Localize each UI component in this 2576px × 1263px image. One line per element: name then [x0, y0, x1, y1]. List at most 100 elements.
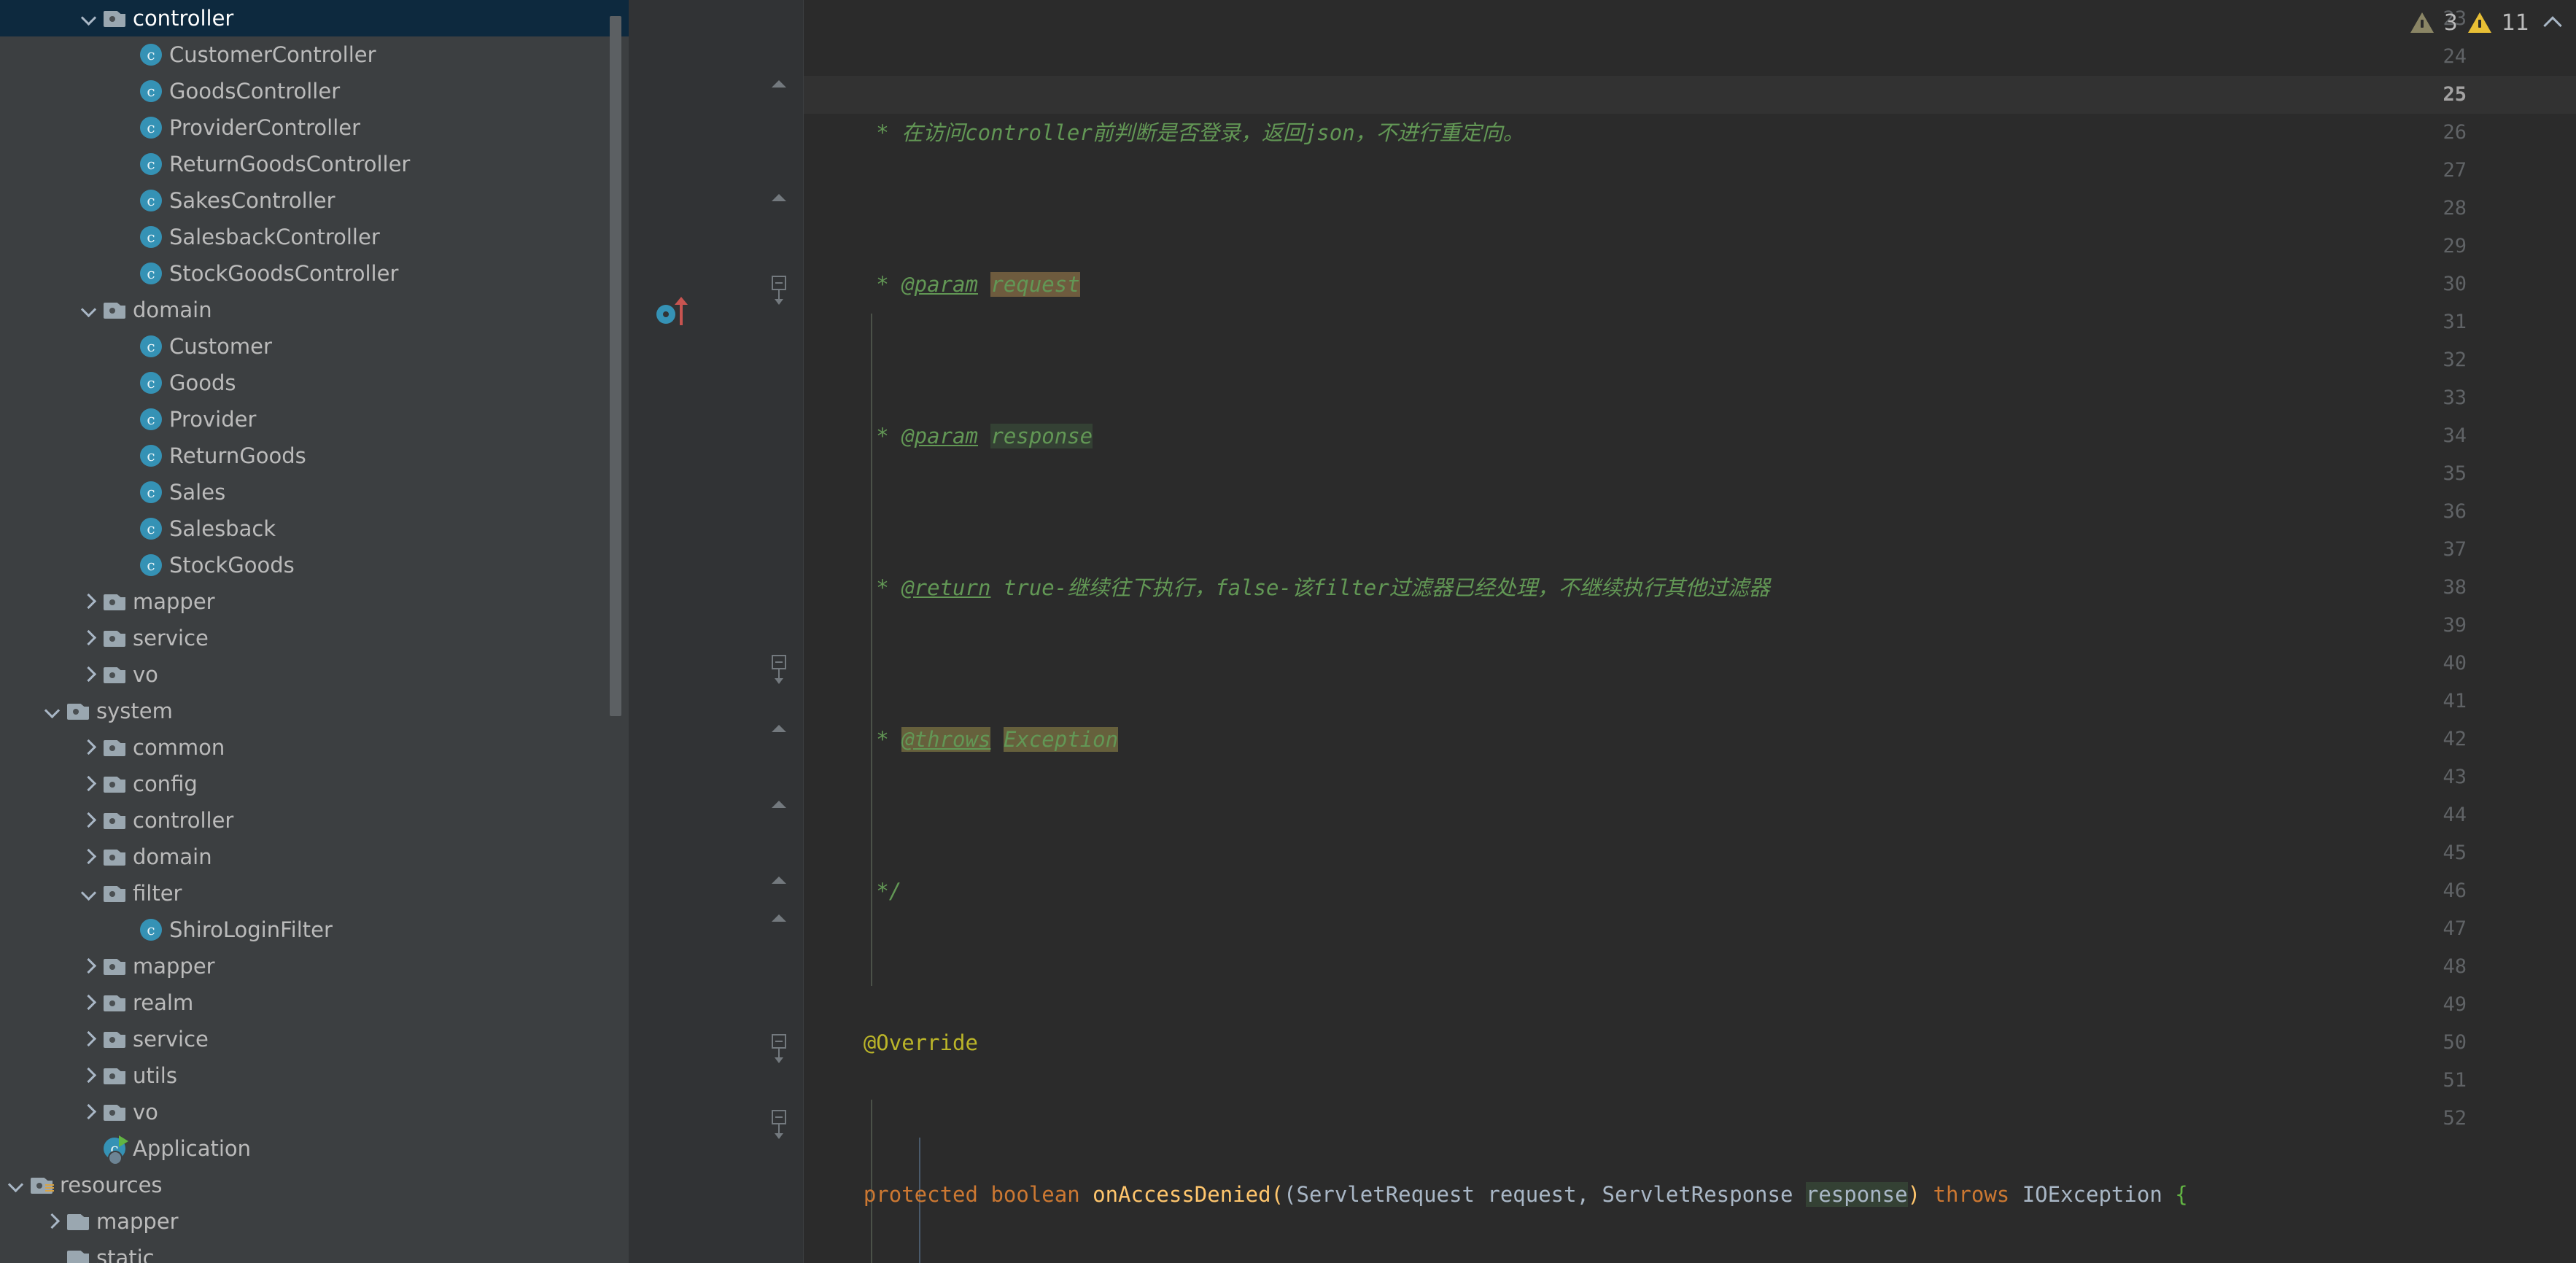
fold-marker-collapse[interactable] [769, 645, 789, 684]
tree-item-service[interactable]: service [0, 620, 629, 656]
code-line-26[interactable]: * @return true-继续往下执行，false-该filter过滤器已经… [812, 569, 2576, 607]
fold-marker[interactable] [769, 76, 789, 114]
tree-item-domain[interactable]: domain [0, 292, 629, 328]
chevron-right-icon[interactable] [79, 957, 98, 976]
tree-item-returngoodscontroller[interactable]: c ReturnGoodsController [0, 146, 629, 182]
tree-item-domain[interactable]: domain [0, 839, 629, 875]
scrollbar-thumb[interactable] [610, 16, 621, 716]
code-line-29[interactable]: @Override [812, 1024, 2576, 1062]
tree-item-goods[interactable]: c Goods [0, 365, 629, 401]
code-line-27[interactable]: * @throws Exception [812, 720, 2576, 758]
tree-item-label: StockGoods [169, 553, 295, 578]
chevron-right-icon[interactable] [79, 847, 98, 866]
java-class-icon: c [140, 481, 162, 503]
tree-item-customer[interactable]: c Customer [0, 328, 629, 365]
tree-item-label: CustomerController [169, 42, 376, 67]
tree-item-shirologinfilter[interactable]: c ShiroLoginFilter [0, 912, 629, 948]
chevron-up-icon[interactable] [2544, 13, 2563, 32]
chevron-right-icon[interactable] [79, 629, 98, 648]
tree-item-label: StockGoodsController [169, 261, 399, 286]
code-line-28[interactable]: */ [812, 872, 2576, 910]
fold-marker-collapse[interactable] [769, 265, 789, 305]
chevron-down-icon[interactable] [42, 702, 61, 720]
chevron-right-icon[interactable] [79, 1030, 98, 1049]
tree-item-label: vo [133, 662, 158, 687]
tree-item-static[interactable]: static [0, 1240, 629, 1263]
tree-item-mapper[interactable]: mapper [0, 948, 629, 984]
fold-marker[interactable] [769, 910, 789, 948]
fold-marker[interactable] [769, 720, 789, 758]
tree-item-salesback[interactable]: c Salesback [0, 510, 629, 547]
gutter-separator [803, 0, 804, 1263]
tree-item-filter[interactable]: filter [0, 875, 629, 912]
method-params: (ServletRequest request, ServletResponse [1284, 1182, 1806, 1207]
tree-item-vo[interactable]: vo [0, 1094, 629, 1130]
fold-marker[interactable] [769, 872, 789, 910]
tree-item-label: filter [133, 881, 182, 906]
chevron-right-icon[interactable] [79, 1066, 98, 1085]
javadoc-param-request: request [990, 272, 1080, 297]
code-line-30[interactable]: protected boolean onAccessDenied((Servle… [812, 1175, 2576, 1213]
triangle-alert-gray-icon[interactable] [2410, 12, 2434, 33]
tree-item-controller[interactable]: controller [0, 0, 629, 36]
chevron-right-icon[interactable] [79, 665, 98, 684]
javadoc-param-response: response [990, 424, 1093, 448]
chevron-down-icon[interactable] [6, 1175, 25, 1194]
code-line-23[interactable]: * 在访问controller前判断是否登录，返回json，不进行重定向。 [812, 114, 2576, 152]
code-line-25[interactable]: * @param response [812, 417, 2576, 455]
tree-item-vo[interactable]: vo [0, 656, 629, 693]
fold-marker-collapse[interactable] [769, 1100, 789, 1139]
code-line-24[interactable]: * @param request [812, 265, 2576, 303]
folder-icon [67, 1213, 89, 1230]
fold-marker[interactable] [769, 796, 789, 834]
tree-item-application[interactable]: c Application [0, 1130, 629, 1167]
tree-item-service[interactable]: service [0, 1021, 629, 1057]
tree-item-resources[interactable]: resources [0, 1167, 629, 1203]
project-tree-list[interactable]: controller c CustomerController c GoodsContr… [0, 0, 629, 1263]
code-text[interactable]: * 在访问controller前判断是否登录，返回json，不进行重定向。 * … [812, 0, 2576, 1263]
tree-item-mapper[interactable]: mapper [0, 583, 629, 620]
tree-item-stockgoodscontroller[interactable]: c StockGoodsController [0, 255, 629, 292]
code-editor[interactable]: 23 24 25 26 27 28 29 30 31 32 33 34 35 36 37 38 39 40 41 42… [629, 0, 2576, 1263]
package-folder-icon [104, 666, 125, 683]
tree-item-sales[interactable]: c Sales [0, 474, 629, 510]
tree-item-mapper[interactable]: mapper [0, 1203, 629, 1240]
fold-marker[interactable] [769, 190, 789, 228]
tree-item-system[interactable]: system [0, 693, 629, 729]
tree-item-returngoods[interactable]: c ReturnGoods [0, 438, 629, 474]
tree-item-goodscontroller[interactable]: c GoodsController [0, 73, 629, 109]
tree-item-controller[interactable]: controller [0, 802, 629, 839]
chevron-right-icon[interactable] [79, 592, 98, 611]
overriding-method-gutter-icon[interactable] [656, 297, 700, 328]
tree-item-sakescontroller[interactable]: c SakesController [0, 182, 629, 219]
project-tool-window[interactable]: controller c CustomerController c GoodsContr… [0, 0, 629, 1263]
tree-item-label: realm [133, 990, 194, 1015]
javadoc-throws-tag: @throws [901, 727, 991, 752]
chevron-down-icon[interactable] [79, 884, 98, 903]
inspection-widget[interactable]: 3 11 [2410, 6, 2563, 39]
chevron-down-icon[interactable] [79, 300, 98, 319]
chevron-right-icon[interactable] [79, 993, 98, 1012]
chevron-right-icon[interactable] [42, 1212, 61, 1231]
tree-item-config[interactable]: config [0, 766, 629, 802]
tree-item-customercontroller[interactable]: c CustomerController [0, 36, 629, 73]
tree-item-provider[interactable]: c Provider [0, 401, 629, 438]
tree-item-stockgoods[interactable]: c StockGoods [0, 547, 629, 583]
javadoc-param-tag: @param [901, 272, 978, 297]
tree-item-utils[interactable]: utils [0, 1057, 629, 1094]
tree-item-common[interactable]: common [0, 729, 629, 766]
tree-item-providercontroller[interactable]: c ProviderController [0, 109, 629, 146]
chevron-right-icon[interactable] [79, 811, 98, 830]
chevron-right-icon[interactable] [79, 738, 98, 757]
chevron-right-icon[interactable] [79, 774, 98, 793]
project-tree-scrollbar[interactable] [610, 0, 621, 1263]
fold-marker-collapse[interactable] [769, 1024, 789, 1063]
triangle-alert-yellow-icon[interactable] [2467, 12, 2491, 33]
tree-item-realm[interactable]: realm [0, 984, 629, 1021]
tree-item-salesbackcontroller[interactable]: c SalesbackController [0, 219, 629, 255]
chevron-down-icon[interactable] [79, 9, 98, 28]
chevron-right-icon[interactable] [79, 1103, 98, 1122]
